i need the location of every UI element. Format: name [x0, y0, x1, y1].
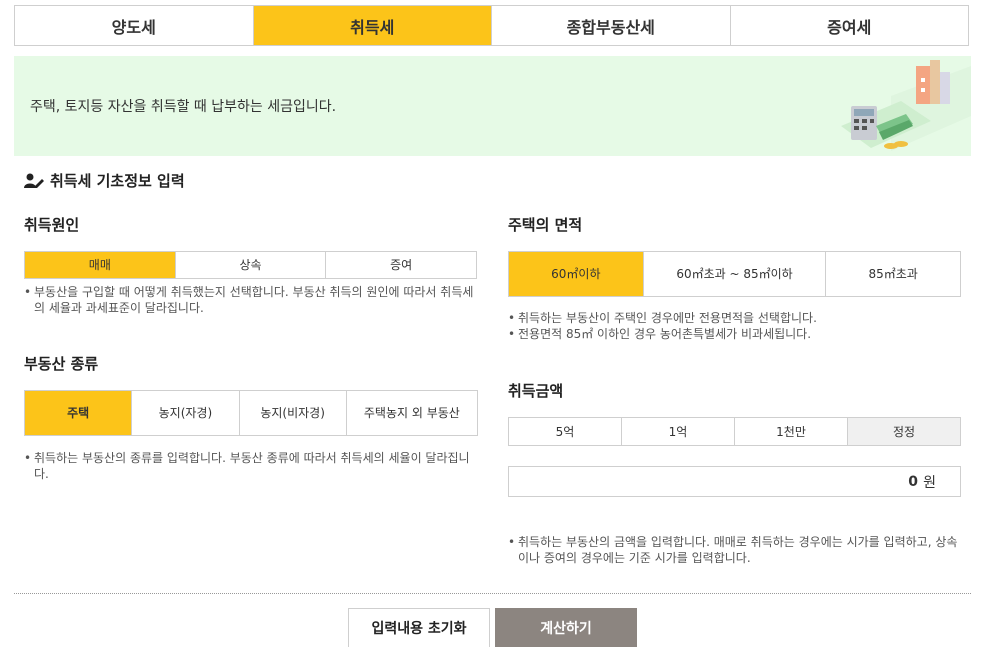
- tab-gift[interactable]: 증여세: [730, 6, 968, 45]
- area-option-60-85[interactable]: 60㎡초과 ~ 85㎡이하: [644, 252, 827, 296]
- area-label: 주택의 면적: [508, 216, 583, 234]
- cause-label: 취득원인: [24, 216, 80, 234]
- property-option-farmland-self[interactable]: 농지(자경): [132, 391, 240, 435]
- cause-note: 부동산을 구입할 때 어떻게 취득했는지 선택합니다. 부동산 취득의 원인에 …: [24, 284, 480, 316]
- property-type-label: 부동산 종류: [24, 355, 99, 373]
- tax-tabs: 양도세 취득세 종합부동산세 증여세: [14, 5, 969, 46]
- property-type-note: 취득하는 부동산의 종류를 입력합니다. 부동산 종류에 따라서 취득세의 세율…: [24, 450, 480, 482]
- amount-input[interactable]: 0 원: [508, 466, 961, 497]
- area-option-under-60[interactable]: 60㎡이하: [509, 252, 644, 296]
- amount-add-100m-button[interactable]: 1억: [621, 417, 735, 446]
- amount-correct-button[interactable]: 정정: [847, 417, 961, 446]
- property-option-house[interactable]: 주택: [25, 391, 133, 435]
- amount-note-item: 취득하는 부동산의 금액을 입력합니다. 매매로 취득하는 경우에는 시가를 입…: [508, 534, 958, 566]
- amount-add-500m-button[interactable]: 5억: [508, 417, 622, 446]
- property-option-other[interactable]: 주택농지 외 부동산: [347, 391, 477, 435]
- real-estate-illustration: [841, 60, 971, 151]
- tab-acquisition[interactable]: 취득세: [253, 6, 492, 45]
- calculate-button[interactable]: 계산하기: [495, 608, 637, 647]
- amount-label: 취득금액: [508, 382, 564, 400]
- cause-note-item: 부동산을 구입할 때 어떻게 취득했는지 선택합니다. 부동산 취득의 원인에 …: [24, 284, 480, 316]
- cause-option-gift[interactable]: 증여: [326, 252, 476, 278]
- amount-quick-buttons: 5억 1억 1천만 정정: [508, 417, 961, 446]
- cause-option-inheritance[interactable]: 상속: [176, 252, 327, 278]
- tab-comprehensive-real-estate[interactable]: 종합부동산세: [492, 6, 731, 45]
- property-type-note-item: 취득하는 부동산의 종류를 입력합니다. 부동산 종류에 따라서 취득세의 세율…: [24, 450, 480, 482]
- amount-note: 취득하는 부동산의 금액을 입력합니다. 매매로 취득하는 경우에는 시가를 입…: [508, 534, 958, 566]
- area-note-item: 취득하는 부동산이 주택인 경우에만 전용면적을 선택합니다.: [508, 310, 968, 326]
- amount-unit: 원: [923, 474, 936, 491]
- property-option-farmland-nonself[interactable]: 농지(비자경): [240, 391, 347, 435]
- area-note-item: 전용면적 85㎡ 이하인 경우 농어촌특별세가 비과세됩니다.: [508, 326, 968, 342]
- section-title-text: 취득세 기초정보 입력: [50, 172, 185, 190]
- cause-option-purchase[interactable]: 매매: [25, 252, 176, 278]
- divider: [14, 593, 971, 594]
- area-note: 취득하는 부동산이 주택인 경우에만 전용면적을 선택합니다. 전용면적 85㎡…: [508, 310, 968, 343]
- amount-add-10m-button[interactable]: 1천만: [734, 417, 848, 446]
- tab-capital-gains[interactable]: 양도세: [15, 6, 254, 45]
- area-options: 60㎡이하 60㎡초과 ~ 85㎡이하 85㎡초과: [508, 251, 961, 297]
- cause-options: 매매 상속 증여: [24, 251, 477, 279]
- section-title: 취득세 기초정보 입력: [24, 170, 185, 191]
- info-banner: 주택, 토지등 자산을 취득할 때 납부하는 세금입니다.: [14, 56, 971, 156]
- banner-text: 주택, 토지등 자산을 취득할 때 납부하는 세금입니다.: [30, 99, 337, 115]
- user-edit-icon: [24, 173, 44, 188]
- reset-button[interactable]: 입력내용 초기화: [348, 608, 490, 647]
- property-type-options: 주택 농지(자경) 농지(비자경) 주택농지 외 부동산: [24, 390, 478, 436]
- area-option-over-85[interactable]: 85㎡초과: [826, 252, 960, 296]
- amount-value: 0: [908, 473, 918, 490]
